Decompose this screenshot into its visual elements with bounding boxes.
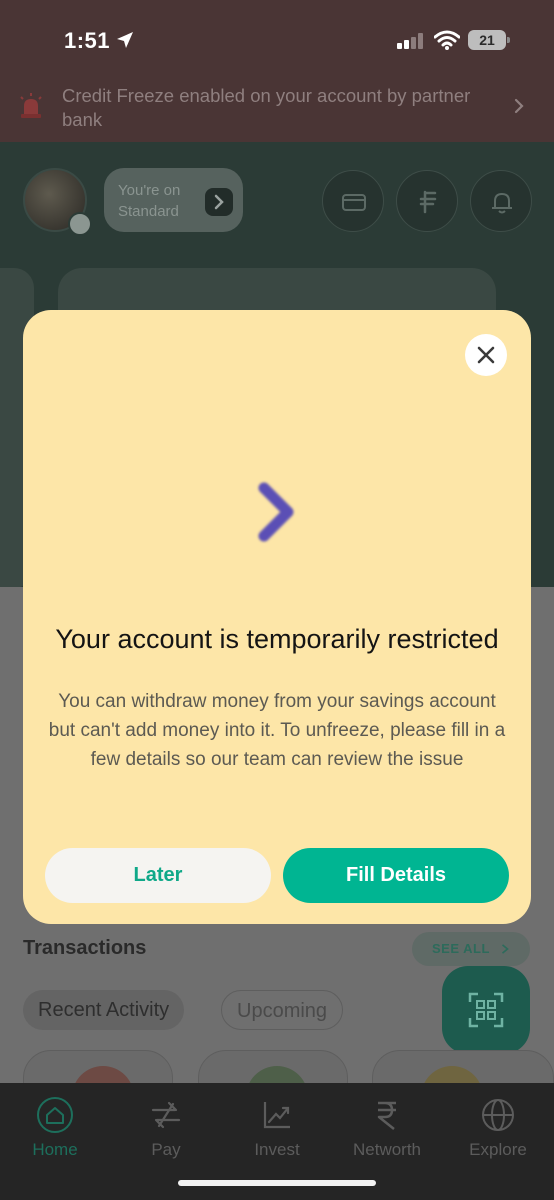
- chevron-right-icon: [205, 188, 233, 216]
- wifi-icon: [434, 30, 460, 50]
- see-all-label: SEE ALL: [432, 941, 490, 956]
- nav-invest-label: Invest: [254, 1140, 300, 1159]
- nav-invest[interactable]: Invest: [227, 1096, 327, 1160]
- nav-explore-label: Explore: [469, 1140, 527, 1159]
- invest-icon: [263, 1102, 290, 1129]
- fi-coins-button[interactable]: [396, 170, 458, 232]
- verified-badge-icon: [68, 212, 92, 236]
- card-icon: [342, 194, 366, 211]
- transactions-title: Transactions: [23, 937, 147, 959]
- rupee-icon: [377, 1101, 396, 1130]
- notifications-button[interactable]: [470, 170, 532, 232]
- later-button[interactable]: Later: [45, 848, 271, 903]
- fi-coin-icon: [419, 190, 437, 214]
- nav-networth-label: Networth: [352, 1140, 422, 1159]
- battery-indicator: 21: [468, 30, 510, 50]
- nav-explore[interactable]: Explore: [448, 1096, 548, 1160]
- pay-icon: [151, 1101, 181, 1129]
- scan-qr-button[interactable]: [442, 966, 530, 1054]
- close-button[interactable]: [465, 334, 507, 376]
- fill-details-button[interactable]: Fill Details: [283, 848, 509, 903]
- bell-icon: [492, 193, 512, 214]
- plan-chip-label: You're on Standard: [118, 182, 181, 220]
- see-all-button[interactable]: SEE ALL: [412, 932, 530, 966]
- nav-pay[interactable]: Pay: [116, 1096, 216, 1160]
- globe-icon: [482, 1099, 514, 1131]
- tab-recent-activity[interactable]: Recent Activity: [23, 990, 185, 1030]
- close-icon: [477, 346, 495, 364]
- siren-icon: [20, 93, 42, 118]
- nav-networth[interactable]: Networth: [337, 1096, 437, 1160]
- nav-home[interactable]: Home: [5, 1096, 105, 1160]
- modal-title: Your account is temporarily restricted: [55, 624, 499, 654]
- chevron-right-icon: [501, 944, 509, 954]
- home-icon: [37, 1097, 73, 1133]
- restriction-modal: [23, 310, 531, 924]
- tab-upcoming[interactable]: Upcoming: [221, 990, 344, 1030]
- card-button[interactable]: [322, 170, 384, 232]
- chevron-right-icon: [258, 482, 294, 542]
- nav-home-label: Home: [32, 1140, 78, 1159]
- home-indicator: [178, 1180, 376, 1186]
- nav-pay-label: Pay: [151, 1140, 181, 1159]
- chevron-right-icon[interactable]: [512, 96, 526, 116]
- signal-icon: [397, 33, 423, 49]
- modal-body: You can withdraw money from your savings…: [48, 691, 506, 770]
- qr-scan-icon: [468, 992, 504, 1028]
- banner-text: Credit Freeze enabled on your account by…: [62, 85, 471, 130]
- status-time: 1:51: [64, 28, 111, 53]
- location-arrow-icon: [117, 32, 133, 48]
